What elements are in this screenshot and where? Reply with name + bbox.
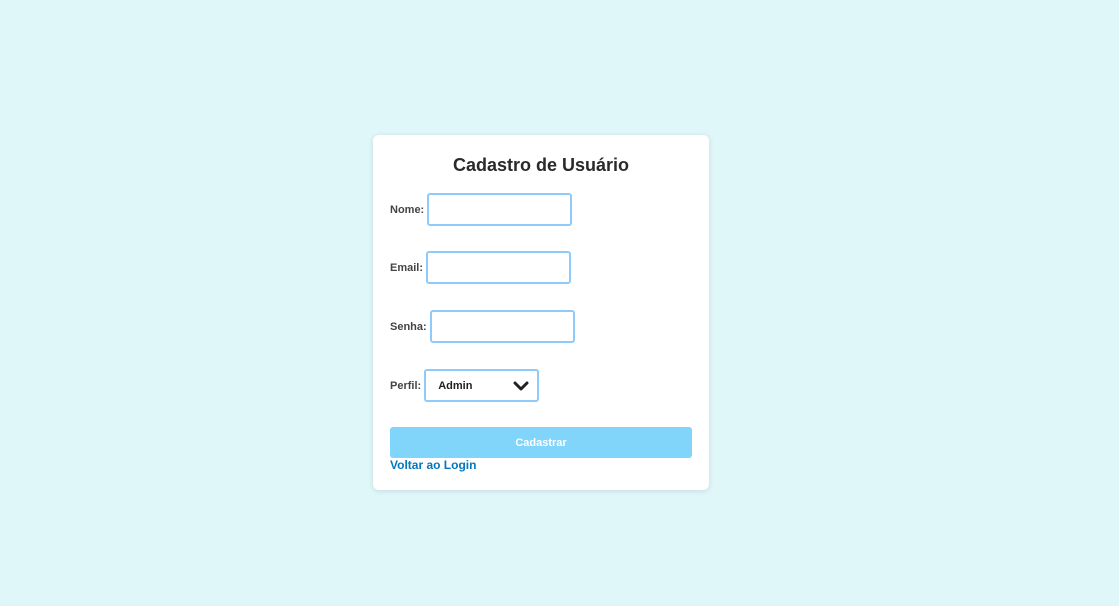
voltar-login-link[interactable]: Voltar ao Login [390, 458, 476, 472]
nome-row: Nome: [390, 193, 573, 226]
cadastrar-button[interactable]: Cadastrar [390, 427, 692, 458]
nome-label: Nome: [390, 203, 425, 216]
senha-input[interactable] [429, 310, 575, 343]
senha-label: Senha: [390, 320, 427, 333]
page-title: Cadastro de Usuário [452, 155, 630, 175]
senha-row: Senha: [390, 310, 575, 343]
perfil-label: Perfil: [390, 379, 422, 392]
email-input[interactable] [426, 251, 572, 284]
register-card: Cadastro de Usuário Nome: Email: Senha: … [373, 135, 709, 490]
perfil-select[interactable]: Admin [424, 369, 540, 402]
email-label: Email: [390, 261, 424, 274]
chevron-down-icon [513, 381, 529, 391]
nome-input[interactable] [427, 193, 573, 226]
perfil-selected-value: Admin [438, 379, 473, 392]
email-row: Email: [390, 251, 572, 284]
perfil-row: Perfil: Admin [390, 369, 540, 402]
